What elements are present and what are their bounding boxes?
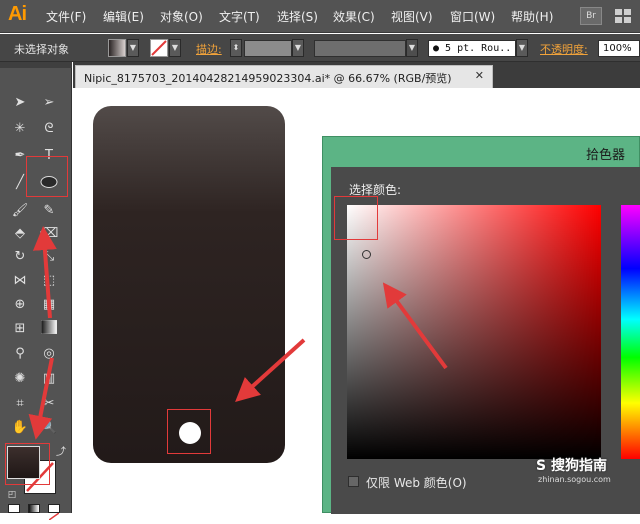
stroke-weight-stepper[interactable]: ⬍ — [230, 39, 242, 57]
brush-preset-field[interactable]: ● 5 pt. Rou.. — [428, 40, 516, 57]
brush-preset-dropdown-icon[interactable]: ▼ — [516, 39, 528, 57]
artboard-tool-icon[interactable]: ⌗ — [11, 395, 29, 413]
picker-cursor-highlight-box — [334, 196, 378, 240]
free-transform-tool-icon[interactable]: ⬚ — [40, 272, 58, 290]
watermark-main-text: S 搜狗指南 — [536, 458, 607, 474]
tools-panel: ➤ ➢ ✳ ᘓ ✒ T ╱ 🖌 ✎ ⬘ ⌫ ↻ ⤡ ⋈ ⬚ ⊕ ▦ ⊞ ⚲ ◎ … — [0, 62, 72, 521]
bridge-button[interactable]: Br — [580, 7, 602, 25]
eyedropper-tool-icon[interactable]: ⚲ — [11, 345, 29, 363]
zoom-tool-icon[interactable]: 🔍 — [40, 419, 58, 437]
app-logo: Ai — [8, 3, 27, 25]
arrange-documents-icon[interactable] — [614, 8, 632, 24]
variable-width-field[interactable] — [314, 40, 406, 57]
fill-dropdown-icon[interactable]: ▼ — [127, 39, 139, 57]
selection-tool-icon[interactable]: ➤ — [11, 94, 29, 112]
control-bar: 未选择对象 ▼ ▼ 描边: ⬍ ▼ ▼ ● 5 pt. Rou.. ▼ 不透明度… — [0, 34, 640, 62]
document-tab-bar: Nipic_8175703_20140428214959023304.ai* @… — [73, 62, 640, 88]
selection-status: 未选择对象 — [14, 43, 69, 56]
scale-tool-icon[interactable]: ⤡ — [40, 248, 58, 266]
document-tab[interactable]: Nipic_8175703_20140428214959023304.ai* @… — [75, 65, 493, 88]
menu-effect[interactable]: 效果(C) — [333, 8, 375, 25]
hue-slider[interactable] — [621, 205, 640, 459]
menu-select[interactable]: 选择(S) — [277, 8, 318, 25]
color-field-cursor[interactable] — [362, 250, 371, 259]
web-colors-label: 仅限 Web 颜色(O) — [366, 476, 467, 490]
stroke-label[interactable]: 描边: — [196, 41, 222, 57]
color-picker-title: 拾色器 — [585, 148, 625, 163]
menu-help[interactable]: 帮助(H) — [511, 8, 553, 25]
watermark-sub-text: zhinan.sogou.com — [538, 475, 611, 484]
shape-builder-tool-icon[interactable]: ⊕ — [11, 296, 29, 314]
fill-swatch-highlight — [5, 443, 50, 485]
none-mode-icon[interactable] — [48, 504, 60, 521]
menu-view[interactable]: 视图(V) — [391, 8, 433, 25]
direct-selection-tool-icon[interactable]: ➢ — [40, 94, 58, 112]
menu-file[interactable]: 文件(F) — [46, 8, 86, 25]
width-tool-icon[interactable]: ⋈ — [11, 272, 29, 290]
default-colors-icon[interactable]: ◰ — [3, 486, 21, 504]
web-colors-checkbox[interactable] — [348, 476, 359, 487]
slice-tool-icon[interactable]: ✂ — [40, 395, 58, 413]
gradient-tool-icon[interactable] — [40, 319, 58, 338]
stroke-swatch[interactable] — [150, 39, 168, 57]
gradient-mode-icon[interactable] — [28, 504, 40, 513]
document-tab-label: Nipic_8175703_20140428214959023304.ai* @… — [84, 72, 452, 85]
menu-edit[interactable]: 编辑(E) — [103, 8, 144, 25]
saturation-brightness-field[interactable] — [347, 205, 601, 459]
hand-tool-icon[interactable]: ✋ — [11, 419, 29, 437]
variable-width-dropdown-icon[interactable]: ▼ — [406, 39, 418, 57]
circle-highlight-box — [167, 409, 211, 454]
stroke-weight-field[interactable] — [244, 40, 292, 57]
stroke-dropdown-icon[interactable]: ▼ — [169, 39, 181, 57]
pencil-tool-icon[interactable]: ✎ — [40, 202, 58, 220]
menu-bar: Ai 文件(F) 编辑(E) 对象(O) 文字(T) 选择(S) 效果(C) 视… — [0, 0, 640, 33]
color-mode-icon[interactable] — [8, 504, 20, 513]
swap-fill-stroke-icon[interactable]: ⤴ — [52, 444, 70, 462]
blob-brush-tool-icon[interactable]: ⬘ — [11, 225, 29, 243]
menu-window[interactable]: 窗口(W) — [450, 8, 495, 25]
blend-tool-icon[interactable]: ◎ — [40, 345, 58, 363]
close-tab-icon[interactable]: ✕ — [475, 69, 484, 82]
eraser-tool-icon[interactable]: ⌫ — [40, 225, 58, 243]
ellipse-tool-highlight — [26, 156, 68, 197]
menu-type[interactable]: 文字(T) — [219, 8, 260, 25]
mesh-tool-icon[interactable]: ⊞ — [11, 320, 29, 338]
lasso-tool-icon[interactable]: ᘓ — [40, 120, 58, 138]
opacity-label[interactable]: 不透明度: — [540, 41, 588, 57]
stroke-weight-dropdown-icon[interactable]: ▼ — [292, 39, 304, 57]
sogou-watermark: S 搜狗指南 zhinan.sogou.com — [536, 455, 611, 484]
perspective-grid-tool-icon[interactable]: ▦ — [40, 296, 58, 314]
symbol-sprayer-tool-icon[interactable]: ✺ — [11, 370, 29, 388]
opacity-field[interactable]: 100% — [598, 40, 640, 57]
paintbrush-tool-icon[interactable]: 🖌 — [11, 202, 29, 220]
rotate-tool-icon[interactable]: ↻ — [11, 248, 29, 266]
menu-object[interactable]: 对象(O) — [160, 8, 203, 25]
column-graph-tool-icon[interactable]: ▥ — [40, 370, 58, 388]
magic-wand-tool-icon[interactable]: ✳ — [11, 120, 29, 138]
fill-swatch[interactable] — [108, 39, 126, 57]
